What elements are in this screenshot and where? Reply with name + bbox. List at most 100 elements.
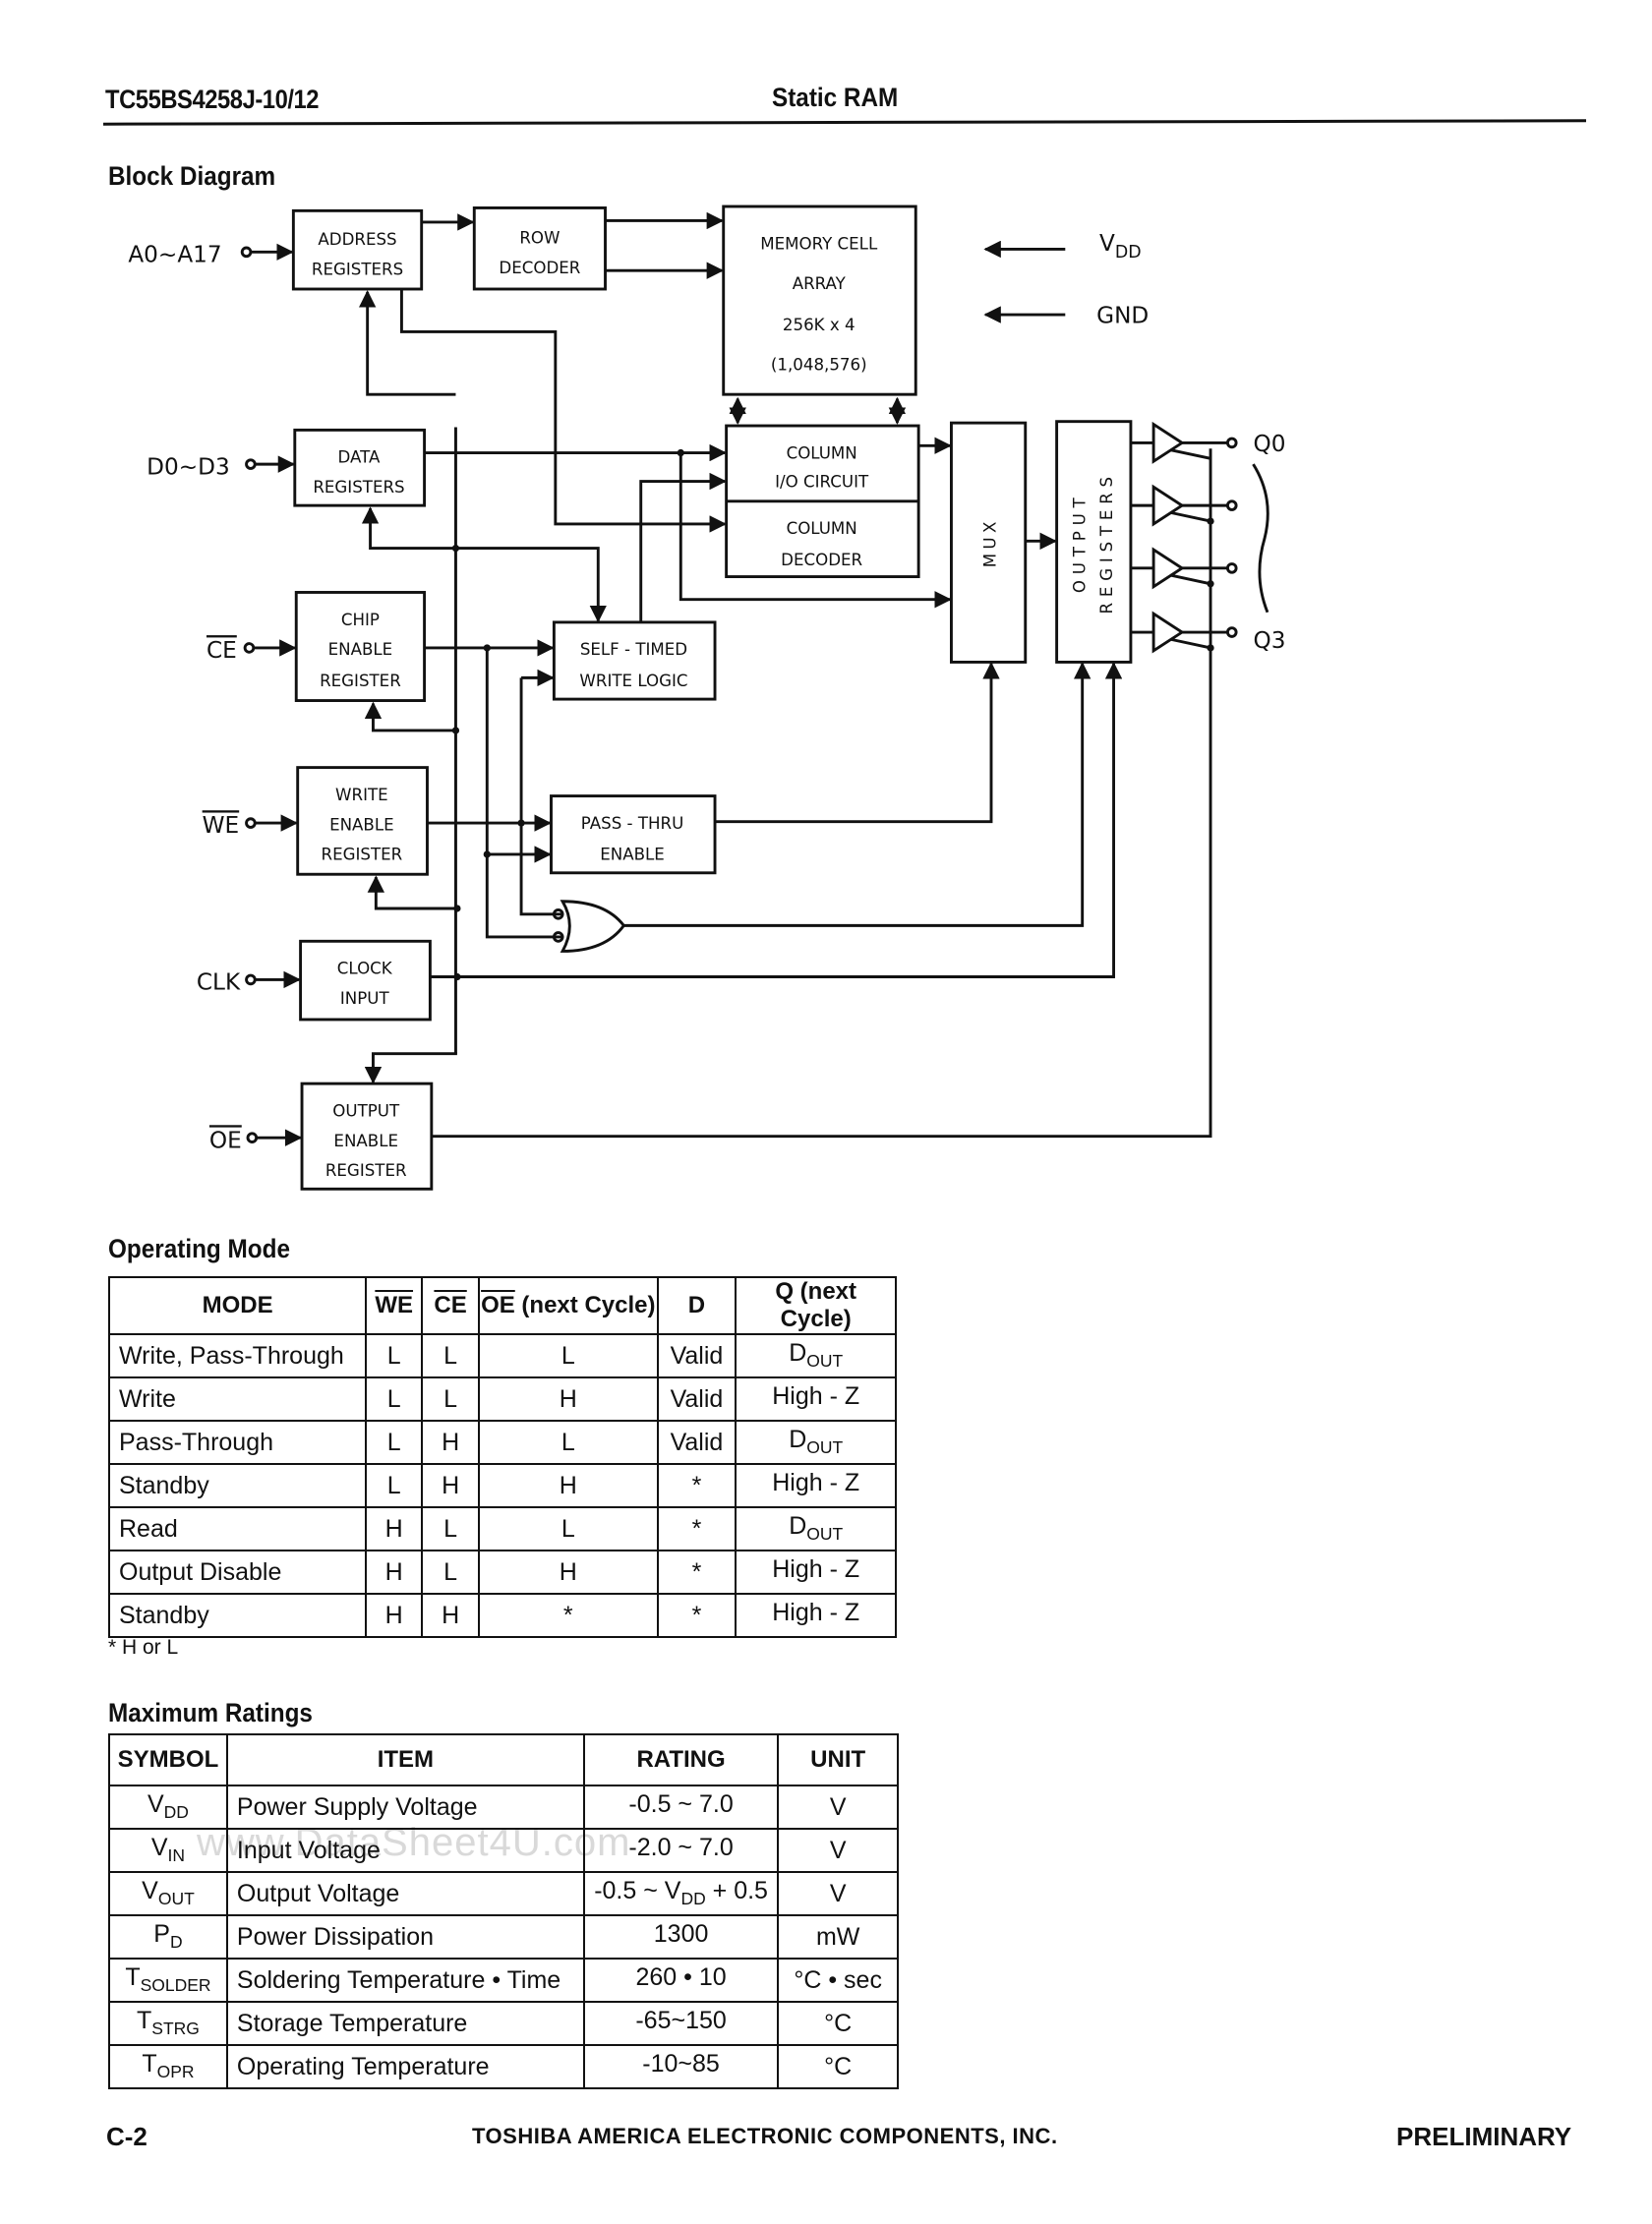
block-label: REGISTERS — [312, 261, 403, 279]
table-row: TSOLDER Soldering Temperature • Time 260 •… — [108, 1958, 899, 2003]
q-cell: High - Z — [735, 1550, 897, 1595]
block-label: OUTPUT — [332, 1101, 400, 1120]
table-row: PD Power Dissipation 1300 mW — [108, 1914, 899, 1960]
ce-cell: L — [421, 1376, 481, 1422]
unit-cell: mW — [777, 1914, 899, 1960]
ce-cell: H — [421, 1593, 481, 1638]
block-label: ENABLE — [600, 846, 665, 864]
q-cell: High - Z — [735, 1463, 897, 1508]
block-label: DECODER — [499, 259, 580, 277]
d-cell: * — [656, 1463, 738, 1508]
block-label: OUTPUT — [1071, 492, 1090, 593]
col-rating: RATING — [582, 1733, 780, 1786]
oe-cell: L — [478, 1333, 659, 1378]
block-label: ADDRESS — [318, 230, 396, 249]
col-unit: UNIT — [777, 1733, 899, 1786]
table-row: VOUT Output Voltage -0.5 ~ VDD + 0.5 V — [108, 1871, 899, 1916]
pin-vdd-label: VDD — [1099, 230, 1142, 263]
table-row: TOPR Operating Temperature -10~85 °C — [108, 2044, 899, 2089]
col-d: D — [656, 1276, 738, 1335]
col-we: WE — [365, 1276, 424, 1335]
block-label: I/O CIRCUIT — [775, 472, 869, 491]
col-ce: CE — [421, 1276, 481, 1335]
d-cell: Valid — [656, 1376, 738, 1422]
unit-cell: V — [777, 1785, 899, 1830]
operating-mode-title: Operating Mode — [108, 1234, 290, 1263]
pin-clk-label: CLK — [197, 969, 241, 996]
rating-cell: -2.0 ~ 7.0 — [582, 1828, 780, 1873]
ce-cell: L — [421, 1506, 481, 1551]
oe-cell: * — [478, 1593, 659, 1638]
we-cell: L — [365, 1463, 424, 1508]
block-label: MUX — [980, 517, 999, 567]
pin-gnd-label: GND — [1096, 303, 1149, 329]
block-label: INPUT — [340, 989, 390, 1008]
block-label: ENABLE — [333, 1132, 398, 1150]
unit-cell: °C • sec — [777, 1958, 899, 2003]
page-number: C-2 — [106, 2122, 148, 2151]
q-cell: DOUT — [735, 1420, 897, 1465]
symbol-cell: PD — [108, 1914, 228, 1960]
output-buffers — [1130, 421, 1269, 654]
block-label: (1,048,576) — [771, 356, 867, 375]
operating-mode-footnote: * H or L — [108, 1636, 179, 1659]
block-label: COLUMN — [787, 443, 857, 462]
mode-cell: Standby — [107, 1593, 368, 1638]
symbol-cell: TSTRG — [108, 2001, 228, 2046]
pin-oe-label: OE — [209, 1127, 242, 1153]
table-row: VDD Power Supply Voltage -0.5 ~ 7.0 V — [108, 1785, 899, 1830]
col-item: ITEM — [225, 1733, 585, 1786]
block-label: ENABLE — [328, 640, 393, 659]
block-label: REGISTERS — [313, 478, 404, 497]
mode-cell: Write, Pass-Through — [107, 1333, 368, 1378]
table-row: Output Disable H L H * High - Z — [107, 1550, 897, 1595]
pin-q3-label: Q3 — [1253, 627, 1285, 654]
rating-cell: 1300 — [582, 1914, 780, 1960]
ce-cell: L — [421, 1333, 481, 1378]
block-label: WRITE — [335, 786, 388, 804]
document-status: PRELIMINARY — [1396, 2122, 1572, 2151]
d-cell: * — [656, 1593, 738, 1638]
mode-cell: Pass-Through — [107, 1420, 368, 1465]
item-cell: Power Supply Voltage — [225, 1785, 585, 1830]
oe-cell: L — [478, 1506, 659, 1551]
we-cell: L — [365, 1376, 424, 1422]
unit-cell: V — [777, 1828, 899, 1873]
block-label: PASS - THRU — [581, 814, 683, 833]
table-row: Write L L H Valid High - Z — [107, 1376, 897, 1422]
mode-cell: Read — [107, 1506, 368, 1551]
item-cell: Storage Temperature — [225, 2001, 585, 2046]
block-label: 256K x 4 — [783, 316, 856, 334]
oe-cell: H — [478, 1550, 659, 1595]
table-row: TSTRG Storage Temperature -65~150 °C — [108, 2001, 899, 2046]
table-row: VIN Input Voltage -2.0 ~ 7.0 V — [108, 1828, 899, 1873]
q-cell: DOUT — [735, 1506, 897, 1551]
we-cell: H — [365, 1550, 424, 1595]
we-cell: H — [365, 1506, 424, 1551]
block-label: CLOCK — [337, 960, 393, 978]
block-label: COLUMN — [787, 519, 857, 538]
mode-cell: Write — [107, 1376, 368, 1422]
q-cell: High - Z — [735, 1593, 897, 1638]
col-oe: OE (next Cycle) — [478, 1276, 659, 1335]
unit-cell: °C — [777, 2001, 899, 2046]
rating-cell: -65~150 — [582, 2001, 780, 2046]
block-label: REGISTER — [322, 846, 403, 864]
rating-cell: -0.5 ~ 7.0 — [582, 1785, 780, 1830]
col-symbol: SYMBOL — [108, 1733, 228, 1786]
symbol-cell: VDD — [108, 1785, 228, 1830]
q-cell: High - Z — [735, 1376, 897, 1422]
symbol-cell: VOUT — [108, 1871, 228, 1916]
pin-data-label: D0~D3 — [147, 453, 230, 480]
we-cell: H — [365, 1593, 424, 1638]
maximum-ratings-title: Maximum Ratings — [108, 1698, 313, 1727]
ce-cell: H — [421, 1463, 481, 1508]
col-mode: MODE — [107, 1276, 368, 1335]
d-cell: Valid — [656, 1333, 738, 1378]
block-label: REGISTER — [320, 672, 401, 690]
ce-cell: L — [421, 1550, 481, 1595]
item-cell: Input Voltage — [225, 1828, 585, 1873]
pin-ce-label: CE — [206, 637, 237, 664]
ce-cell: H — [421, 1420, 481, 1465]
we-cell: L — [365, 1420, 424, 1465]
